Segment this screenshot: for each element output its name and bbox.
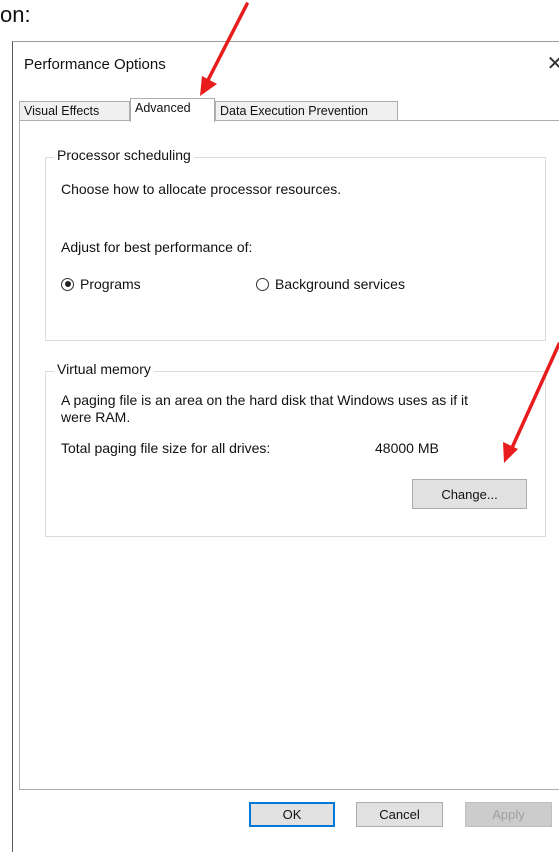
radio-background-services[interactable]: Background services [256, 276, 405, 292]
virtual-memory-description-line1: A paging file is an area on the hard dis… [61, 392, 469, 408]
radio-background-services-indicator [256, 277, 269, 291]
virtual-memory-description-line2: were RAM. [61, 409, 131, 425]
total-paging-size-value: 48000 MB [375, 440, 439, 456]
tab-advanced[interactable]: Advanced [130, 98, 215, 122]
processor-scheduling-legend: Processor scheduling [54, 147, 194, 163]
cancel-button[interactable]: Cancel [356, 802, 443, 827]
adjust-performance-label: Adjust for best performance of: [61, 239, 253, 255]
change-button[interactable]: Change... [412, 479, 527, 509]
apply-button: Apply [465, 802, 552, 827]
processor-scheduling-group: Processor scheduling Choose how to alloc… [45, 147, 546, 341]
virtual-memory-group: Virtual memory A paging file is an area … [45, 361, 546, 537]
performance-options-dialog: Performance Options ✕ Visual Effects Adv… [12, 41, 559, 852]
processor-scheduling-description: Choose how to allocate processor resourc… [61, 181, 342, 197]
dialog-title: Performance Options [24, 56, 166, 73]
radio-programs-indicator [61, 277, 74, 291]
radio-background-services-label: Background services [275, 276, 405, 292]
radio-programs[interactable]: Programs [61, 276, 141, 292]
close-icon[interactable]: ✕ [541, 50, 559, 78]
advanced-tab-panel: Processor scheduling Choose how to alloc… [19, 120, 559, 790]
document-caption-text: on: [0, 2, 31, 27]
title-bar: Performance Options ✕ [13, 42, 559, 90]
virtual-memory-legend: Virtual memory [54, 361, 154, 377]
total-paging-size-label: Total paging file size for all drives: [61, 440, 271, 456]
radio-programs-label: Programs [80, 276, 141, 292]
ok-button[interactable]: OK [249, 802, 335, 827]
tab-data-execution-prevention[interactable]: Data Execution Prevention [215, 101, 398, 121]
tab-visual-effects[interactable]: Visual Effects [19, 101, 130, 121]
